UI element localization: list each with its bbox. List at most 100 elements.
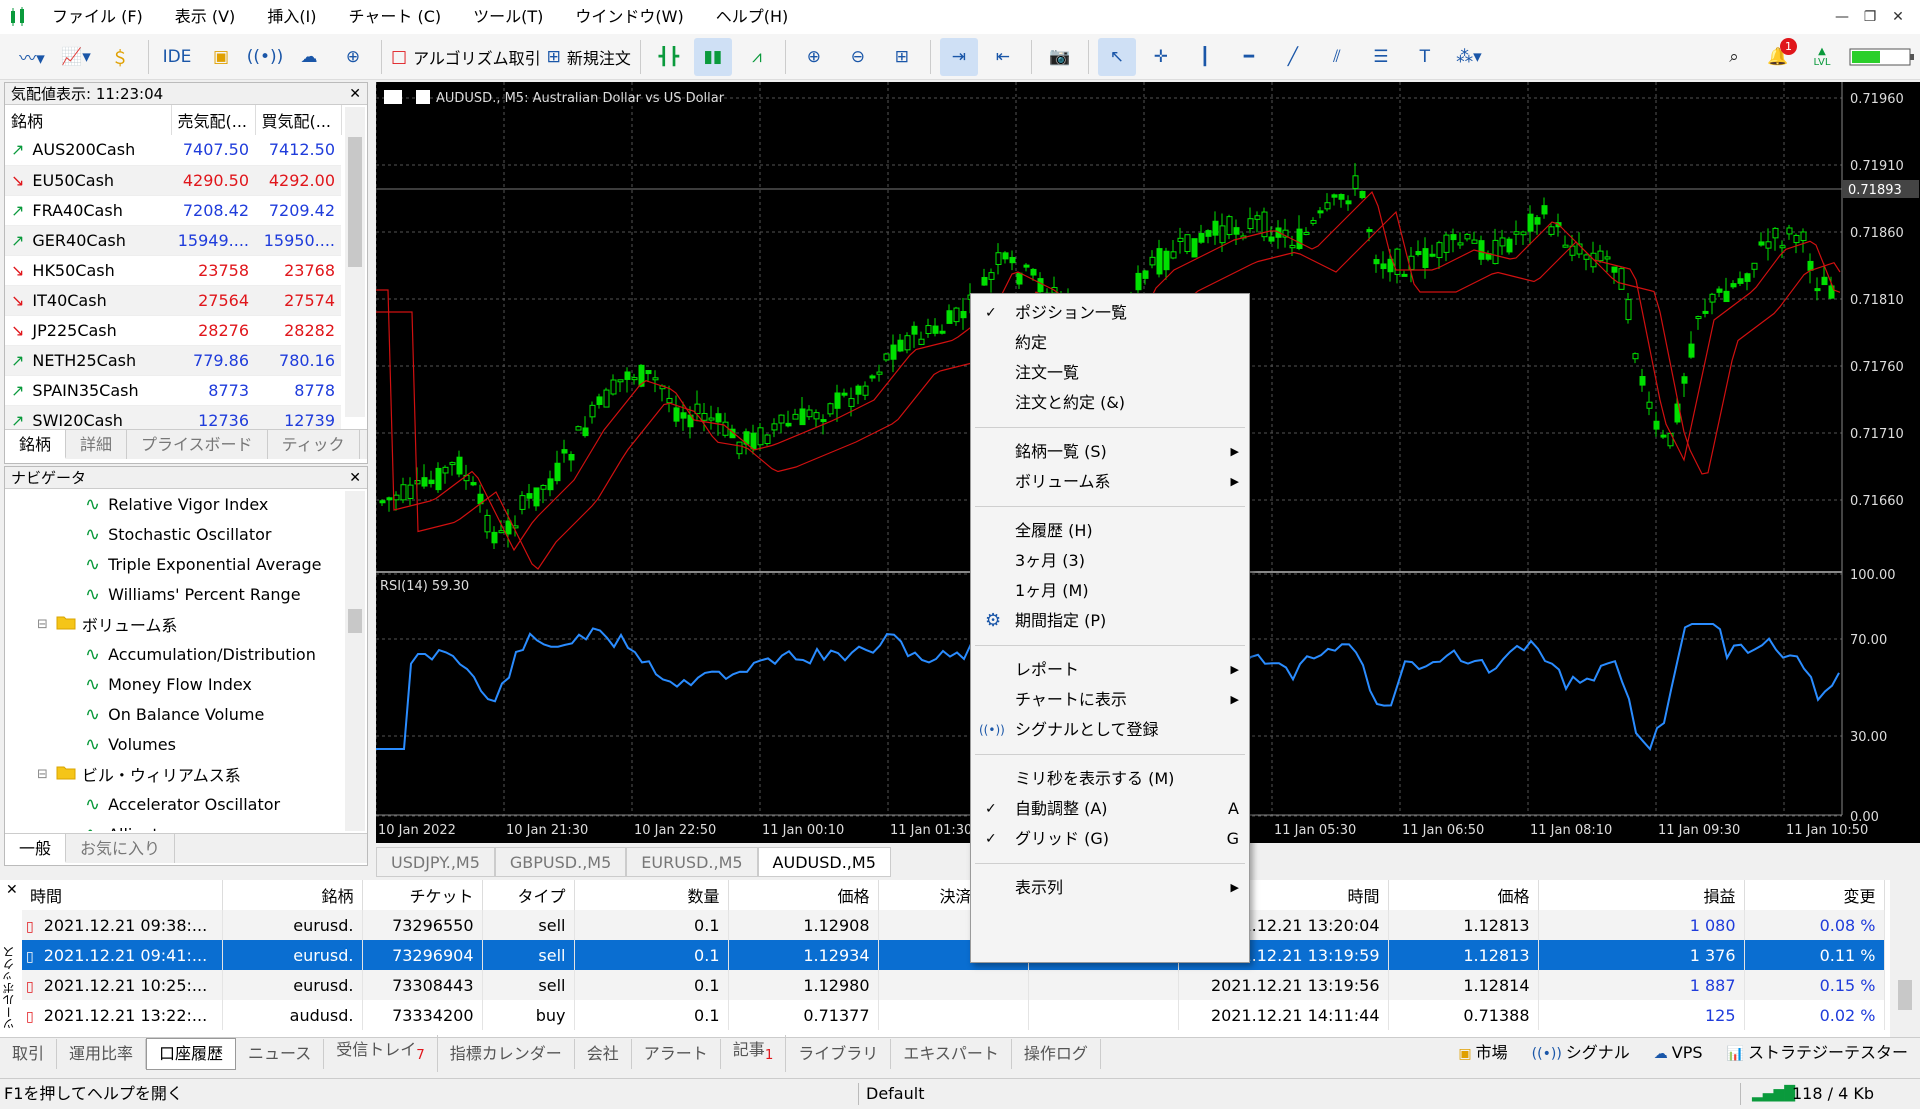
notification-icon[interactable]: 🔔 1 bbox=[1759, 37, 1797, 76]
crosshair-icon[interactable]: ✛ bbox=[1142, 38, 1180, 76]
market-row[interactable]: ↗ FRA40Cash 7208.42 7209.42 bbox=[5, 195, 341, 226]
navigator-tab[interactable]: 一般 bbox=[5, 834, 67, 863]
context-menu-item[interactable]: ✓ グリッド (G) G bbox=[971, 824, 1249, 854]
navigator-indicator[interactable]: ∿ On Balance Volume bbox=[5, 699, 367, 729]
market-row[interactable]: ↗ AUS200Cash 7407.50 7412.50 bbox=[5, 135, 341, 166]
autoscroll-icon[interactable]: ⇥ bbox=[939, 37, 978, 76]
toolbox-tester-button[interactable]: 📊 ストラテジーテスター bbox=[1715, 1038, 1920, 1069]
column-header[interactable]: 価格 bbox=[1388, 880, 1539, 910]
vertical-line-icon[interactable]: ┃ bbox=[1186, 38, 1224, 76]
ide-button[interactable]: IDE bbox=[158, 38, 196, 76]
lvl-icon[interactable]: ▲ LVL bbox=[1803, 38, 1841, 76]
column-header[interactable]: 数量 bbox=[574, 880, 729, 910]
chart-template-icon[interactable]: 📈▾ bbox=[57, 38, 95, 76]
menu-view[interactable]: 表示 (V) bbox=[159, 0, 252, 34]
column-header[interactable]: 銘柄 bbox=[5, 105, 172, 135]
context-menu-item[interactable]: レポート ▶ bbox=[971, 655, 1249, 685]
market-row[interactable]: ↗ SPAIN35Cash 8773 8778 bbox=[5, 375, 341, 406]
algo-trading-button[interactable]: □ アルゴリズム取引 bbox=[391, 38, 541, 76]
context-menu-item[interactable]: 注文と約定 (&) bbox=[971, 388, 1249, 418]
market-row[interactable]: ↘ JP225Cash 28276 28282 bbox=[5, 315, 341, 346]
toolbox-tab[interactable]: 口座履歴 bbox=[146, 1037, 237, 1070]
navigator-tab[interactable]: お気に入り bbox=[66, 834, 176, 863]
grid-icon[interactable]: ⊞ bbox=[883, 38, 921, 76]
toolbox-tab[interactable]: 記事1 bbox=[721, 1035, 787, 1072]
navigator-indicator[interactable]: ∿ Relative Vigor Index bbox=[5, 489, 367, 519]
market-watch-tab[interactable]: ティック bbox=[268, 430, 360, 459]
context-menu-item[interactable]: ボリューム系 ▶ bbox=[971, 467, 1249, 497]
globe-add-icon[interactable]: ⊕ bbox=[334, 38, 372, 76]
navigator-folder[interactable]: ⊟ ボリューム系 bbox=[5, 609, 367, 639]
toolbox-tab[interactable]: エキスパート bbox=[891, 1038, 1012, 1069]
context-menu-item[interactable]: 約定 bbox=[971, 328, 1249, 358]
menu-help[interactable]: ヘルプ(H) bbox=[700, 0, 805, 34]
screenshot-icon[interactable]: 📷 bbox=[1041, 38, 1079, 76]
column-header[interactable]: タイプ bbox=[482, 880, 575, 910]
column-header[interactable]: 買気配(... bbox=[255, 105, 342, 135]
toolbox-tab[interactable]: 会社 bbox=[575, 1038, 632, 1069]
navigator-indicator[interactable]: ∿ Alligator bbox=[5, 819, 367, 832]
chart-tab[interactable]: USDJPY.,M5 bbox=[376, 847, 495, 877]
column-header[interactable]: 銘柄 bbox=[222, 880, 363, 910]
navigator-indicator[interactable]: ∿ Stochastic Oscillator bbox=[5, 519, 367, 549]
restore-icon[interactable]: ❐ bbox=[1856, 9, 1884, 25]
context-menu-item[interactable]: ((•)) シグナルとして登録 bbox=[971, 715, 1249, 745]
fibonacci-icon[interactable]: ☰ bbox=[1362, 38, 1400, 76]
new-order-button[interactable]: ⊞ 新規注文 bbox=[547, 38, 631, 76]
chart-tab[interactable]: GBPUSD.,M5 bbox=[494, 847, 627, 877]
zoom-out-icon[interactable]: ⊖ bbox=[839, 38, 877, 76]
market-row[interactable]: ↘ EU50Cash 4290.50 4292.00 bbox=[5, 165, 341, 196]
chart-tab[interactable]: EURUSD.,M5 bbox=[626, 847, 758, 877]
table-row[interactable]: ▯ 2021.12.21 13:22:... audusd. 73334200 buy 0… bbox=[22, 1000, 1885, 1030]
scrollbar[interactable] bbox=[1890, 880, 1920, 1037]
close-icon[interactable]: ✕ bbox=[1884, 9, 1912, 25]
toolbox-tab[interactable]: 取引 bbox=[0, 1038, 58, 1069]
toolbox-tab[interactable]: 運用比率 bbox=[57, 1038, 147, 1069]
context-menu-item[interactable]: 表示列 ▶ bbox=[971, 873, 1249, 903]
toolbox-tab[interactable]: アラート bbox=[632, 1038, 721, 1069]
bar-chart-icon[interactable]: ┫┣ bbox=[650, 38, 688, 76]
table-row[interactable]: ▯ 2021.12.21 09:41:... eurusd. 73296904 sell… bbox=[22, 940, 1885, 970]
column-header[interactable]: 時間 bbox=[22, 880, 223, 910]
scrollbar[interactable] bbox=[345, 107, 365, 417]
toolbox-tab[interactable]: 指標カレンダー bbox=[438, 1038, 575, 1069]
menu-file[interactable]: ファイル (F) bbox=[36, 0, 159, 34]
collapse-icon[interactable]: ⊟ bbox=[37, 767, 48, 782]
toolbox-tab[interactable]: 受信トレイ7 bbox=[324, 1035, 438, 1072]
cloud-icon[interactable]: ☁ bbox=[290, 38, 328, 76]
navigator-indicator[interactable]: ∿ Money Flow Index bbox=[5, 669, 367, 699]
context-menu-item[interactable]: ミリ秒を表示する (M) bbox=[971, 764, 1249, 794]
shapes-icon[interactable]: ⁂▾ bbox=[1450, 38, 1488, 76]
market-row[interactable]: ↘ HK50Cash 23758 23768 bbox=[5, 255, 341, 286]
search-icon[interactable]: ⌕ bbox=[1715, 38, 1753, 76]
context-menu-item[interactable]: 1ヶ月 (M) bbox=[971, 576, 1249, 606]
chart-list-icon[interactable] bbox=[384, 90, 402, 104]
chart-type-icon[interactable]: 〰▾ bbox=[13, 38, 51, 76]
table-row[interactable]: ▯ 2021.12.21 09:38:... eurusd. 73296550 sell… bbox=[22, 910, 1885, 940]
context-menu-item[interactable]: ✓ 自動調整 (A) A bbox=[971, 794, 1249, 824]
horizontal-line-icon[interactable]: ━ bbox=[1230, 38, 1268, 76]
menu-tools[interactable]: ツール(T) bbox=[457, 0, 559, 34]
navigator-folder[interactable]: ⊟ ビル・ウィリアムス系 bbox=[5, 759, 367, 789]
column-header[interactable]: 売気配(... bbox=[171, 105, 256, 135]
column-header[interactable]: チケット bbox=[362, 880, 483, 910]
context-menu-item[interactable]: 全履歴 (H) bbox=[971, 516, 1249, 546]
toolbox-bag-button[interactable]: ▣ 市場 bbox=[1446, 1038, 1519, 1069]
zoom-in-icon[interactable]: ⊕ bbox=[795, 38, 833, 76]
minimize-icon[interactable]: — bbox=[1828, 9, 1856, 25]
toolbox-tab[interactable]: 操作ログ bbox=[1012, 1038, 1101, 1069]
candlestick-icon[interactable]: ▮▮ bbox=[693, 37, 732, 76]
market-row[interactable]: ↗ GER40Cash 15949.... 15950.... bbox=[5, 225, 341, 256]
column-header[interactable]: 価格 bbox=[728, 880, 879, 910]
market-bag-icon[interactable]: ▣ bbox=[202, 38, 240, 76]
navigator-indicator[interactable]: ∿ Volumes bbox=[5, 729, 367, 759]
cursor-icon[interactable]: ↖ bbox=[1097, 37, 1136, 76]
chart-tab[interactable]: AUDUSD.,M5 bbox=[757, 847, 891, 877]
context-menu-item[interactable]: ⚙ 期間指定 (P) bbox=[971, 606, 1249, 636]
close-icon[interactable]: ✕ bbox=[349, 83, 361, 105]
market-watch-tab[interactable]: 銘柄 bbox=[5, 430, 67, 459]
column-header[interactable]: 変更 bbox=[1744, 880, 1885, 910]
line-chart-icon[interactable]: ⩘ bbox=[738, 38, 776, 76]
column-header[interactable]: 損益 bbox=[1538, 880, 1745, 910]
context-menu-item[interactable]: チャートに表示 ▶ bbox=[971, 685, 1249, 715]
